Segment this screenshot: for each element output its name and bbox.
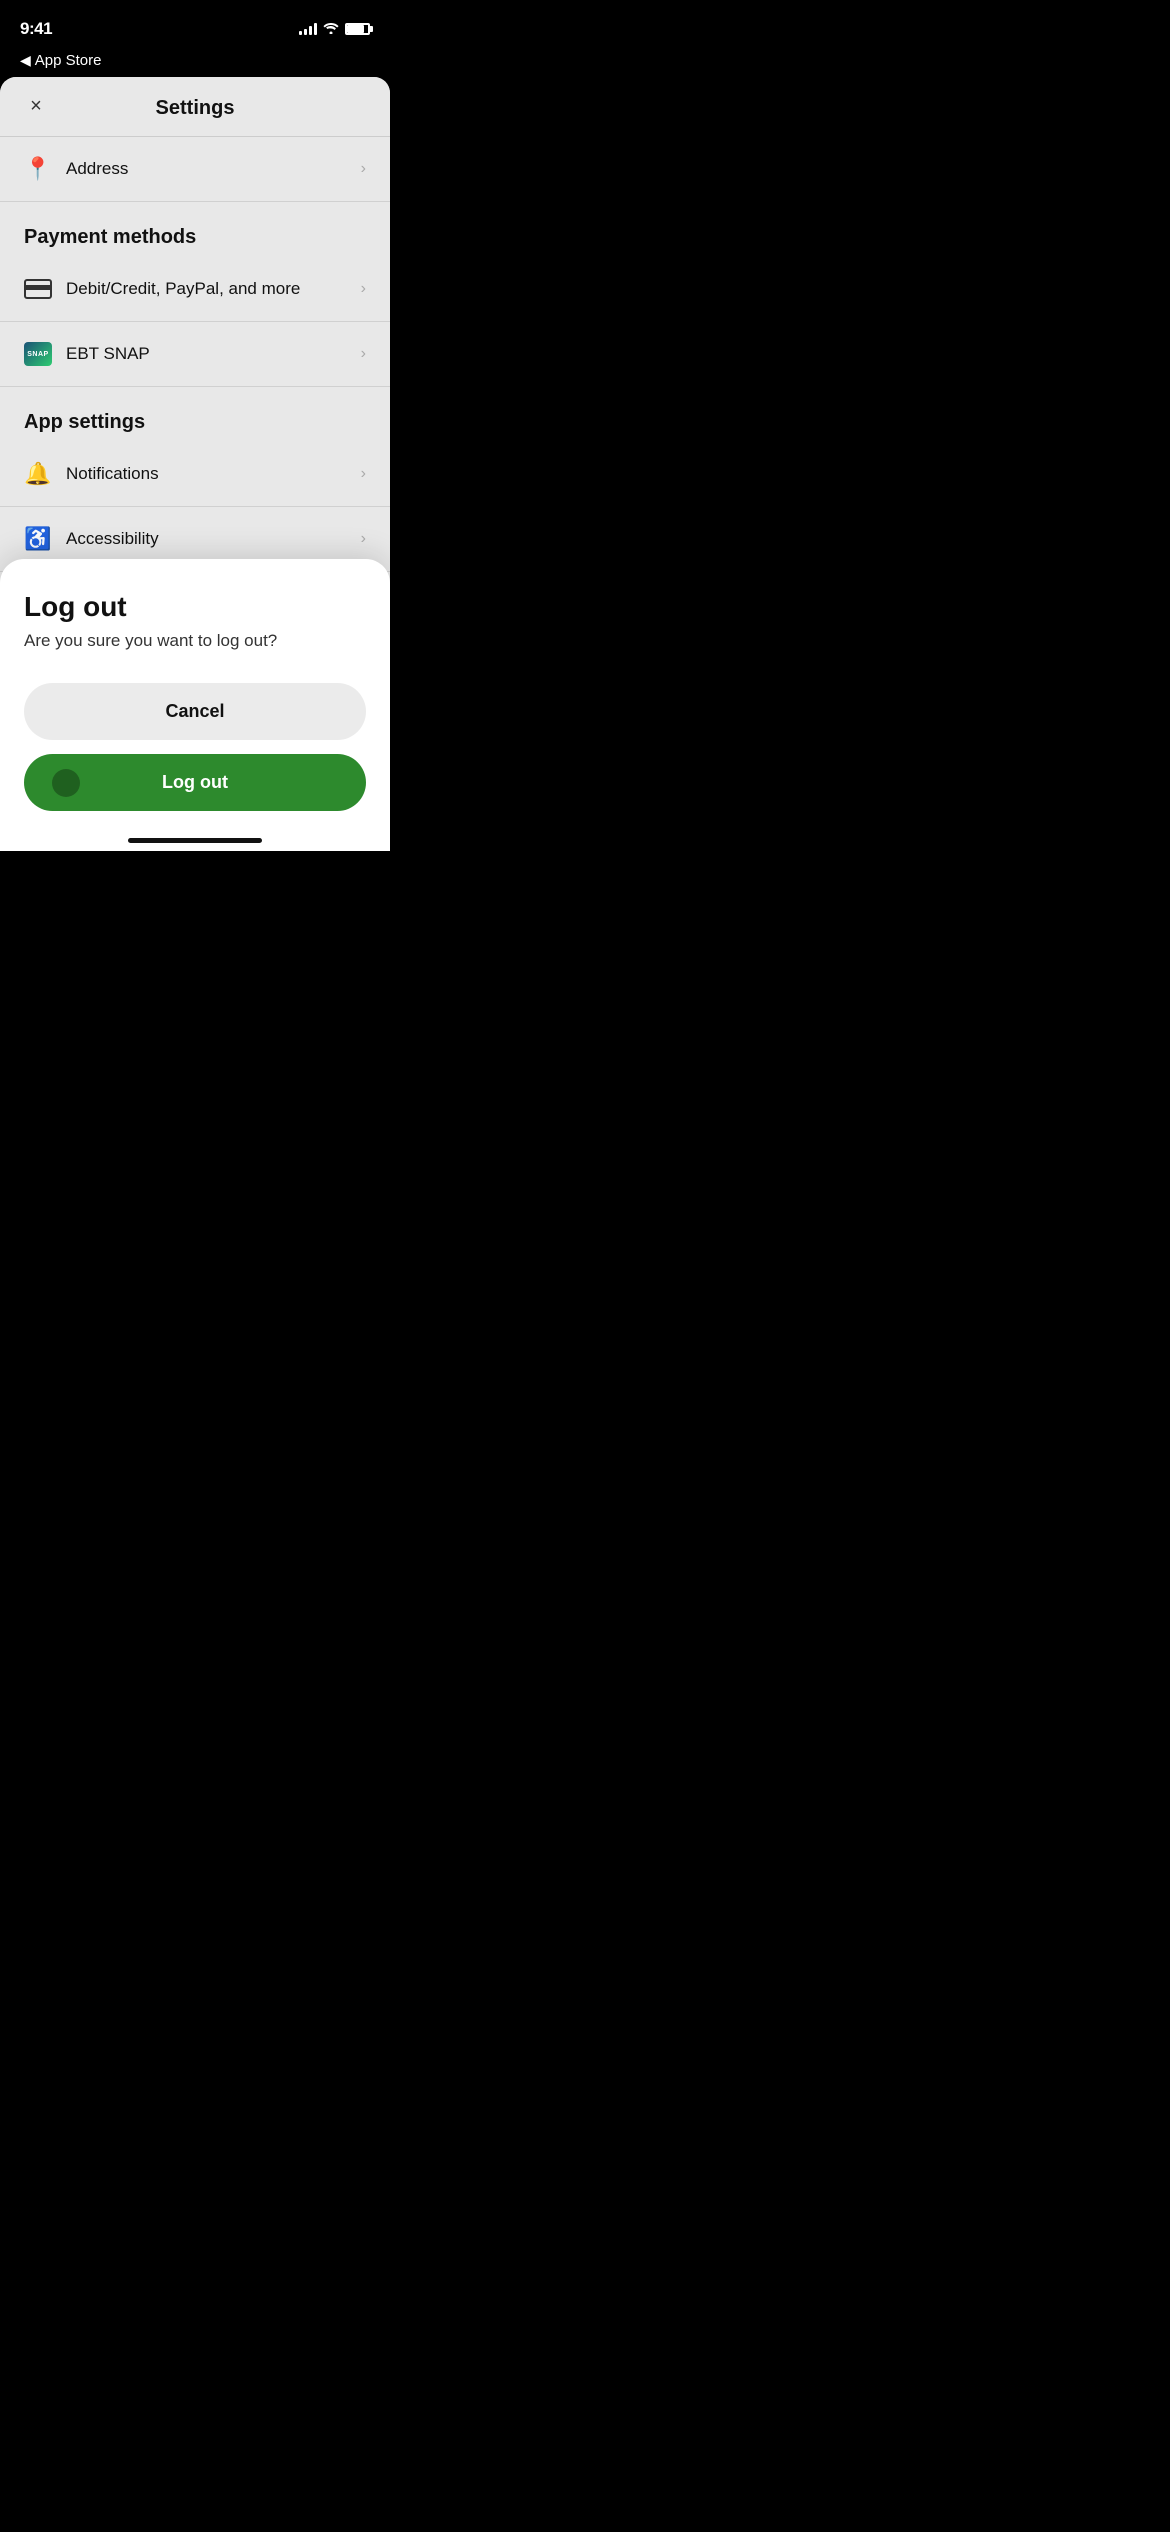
logout-title: Log out (24, 591, 366, 623)
address-row[interactable]: 📍 Address › (0, 137, 390, 202)
debit-credit-row[interactable]: Debit/Credit, PayPal, and more › (0, 257, 390, 322)
payment-methods-section-header: Payment methods (0, 202, 390, 257)
debit-credit-label: Debit/Credit, PayPal, and more (66, 279, 361, 299)
wifi-icon (323, 22, 339, 37)
address-icon: 📍 (24, 155, 52, 183)
back-label: App Store (35, 52, 102, 69)
app-settings-section-header: App settings (0, 387, 390, 442)
accessibility-chevron-icon: › (361, 530, 366, 548)
accessibility-icon: ♿ (24, 525, 52, 553)
settings-title: Settings (156, 97, 235, 120)
home-indicator (128, 838, 262, 843)
close-icon: × (30, 95, 42, 118)
address-label: Address (66, 159, 361, 179)
notifications-row[interactable]: 🔔 Notifications › (0, 442, 390, 507)
card-icon (24, 275, 52, 303)
logout-button-label: Log out (162, 772, 228, 793)
address-chevron-icon: › (361, 160, 366, 178)
cancel-button[interactable]: Cancel (24, 683, 366, 740)
logout-dialog: Log out Are you sure you want to log out… (0, 559, 390, 851)
ebt-snap-chevron-icon: › (361, 345, 366, 363)
settings-sheet: × Settings 📍 Address › Payment methods D… (0, 77, 390, 851)
nav-back-bar[interactable]: ◀ App Store (0, 50, 390, 77)
ebt-snap-label: EBT SNAP (66, 344, 361, 364)
logout-subtitle: Are you sure you want to log out? (24, 631, 366, 651)
status-time: 9:41 (20, 19, 52, 39)
battery-icon (345, 23, 370, 35)
back-chevron-icon: ◀ (20, 52, 31, 69)
ebt-snap-icon: SNAP (24, 340, 52, 368)
status-bar: 9:41 (0, 0, 390, 50)
notifications-chevron-icon: › (361, 465, 366, 483)
accessibility-label: Accessibility (66, 529, 361, 549)
signal-icon (299, 23, 317, 35)
debit-credit-chevron-icon: › (361, 280, 366, 298)
close-button[interactable]: × (20, 91, 52, 123)
settings-header: × Settings (0, 77, 390, 137)
notifications-label: Notifications (66, 464, 361, 484)
bell-icon: 🔔 (24, 460, 52, 488)
status-icons (299, 22, 370, 37)
logout-button-dot (52, 769, 80, 797)
logout-button[interactable]: Log out (24, 754, 366, 811)
ebt-snap-row[interactable]: SNAP EBT SNAP › (0, 322, 390, 387)
